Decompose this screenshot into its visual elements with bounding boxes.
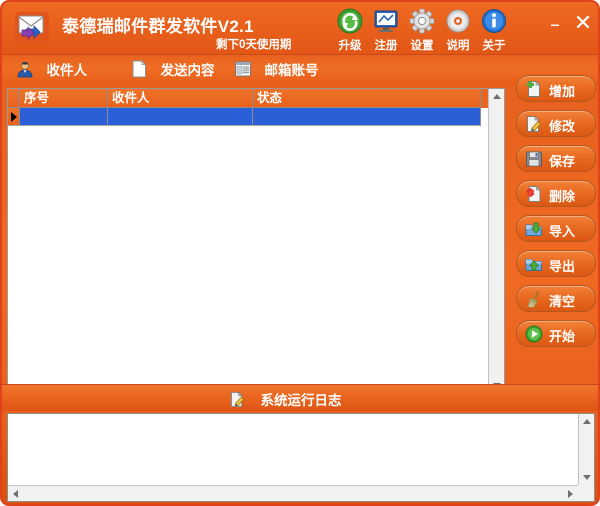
grid-header-indicator bbox=[8, 89, 20, 108]
export-button[interactable]: 导出 bbox=[516, 250, 596, 277]
edit-pencil-icon bbox=[525, 115, 543, 133]
row-cell-status[interactable] bbox=[253, 108, 481, 126]
grid-column-header-index[interactable]: 序号 bbox=[20, 89, 108, 108]
grid-column-header-status[interactable]: 状态 bbox=[253, 89, 481, 108]
start-button-label: 开始 bbox=[549, 329, 576, 344]
row-cell-index[interactable] bbox=[20, 108, 108, 126]
add-page-icon bbox=[525, 80, 543, 98]
system-log-textarea[interactable] bbox=[7, 413, 595, 502]
modify-button[interactable]: 修改 bbox=[516, 110, 596, 137]
import-arrow-icon bbox=[525, 220, 543, 238]
scroll-up-arrow-icon[interactable] bbox=[493, 94, 501, 99]
document-page-icon bbox=[130, 60, 148, 78]
info-circle-icon bbox=[472, 8, 516, 36]
log-section-header: 系统运行日志 bbox=[2, 384, 598, 411]
table-row[interactable] bbox=[8, 108, 504, 126]
log-scroll-right-arrow-icon[interactable] bbox=[568, 490, 573, 498]
export-arrow-icon bbox=[525, 255, 543, 273]
clear-button[interactable]: 清空 bbox=[516, 285, 596, 312]
log-document-icon bbox=[229, 391, 246, 408]
tab-mail-account[interactable]: 邮箱账号 bbox=[234, 59, 318, 81]
envelope-arrows-icon bbox=[14, 11, 50, 43]
row-cell-recipient[interactable] bbox=[108, 108, 253, 126]
mailbox-account-icon bbox=[234, 60, 252, 78]
current-row-caret-icon bbox=[11, 112, 17, 122]
delete-button[interactable]: 删除 bbox=[516, 180, 596, 207]
delete-button-label: 删除 bbox=[549, 189, 576, 204]
minimize-button[interactable]: – bbox=[542, 12, 568, 38]
clear-button-label: 清空 bbox=[549, 294, 576, 309]
tab-label-mail-account: 邮箱账号 bbox=[264, 63, 319, 78]
action-button-panel: 增加 修改 保存 删除 导入 导出 清空 开始 bbox=[512, 70, 598, 380]
delete-cross-icon bbox=[525, 185, 543, 203]
row-current-indicator bbox=[8, 108, 20, 126]
log-scroll-left-arrow-icon[interactable] bbox=[13, 490, 18, 498]
system-log-content bbox=[12, 417, 576, 483]
grid-header-row: 序号 收件人 状态 bbox=[8, 89, 504, 108]
log-scrollbar-corner bbox=[578, 485, 594, 501]
log-scroll-up-arrow-icon[interactable] bbox=[583, 419, 591, 424]
broom-clear-icon bbox=[525, 290, 543, 308]
application-window: 泰德瑞邮件群发软件V2.1 剩下0天使用期 升级 注册 设置 说明 关于 – ✕… bbox=[0, 0, 600, 506]
play-start-icon bbox=[525, 325, 543, 343]
recipients-data-grid[interactable]: 序号 收件人 状态 bbox=[7, 88, 505, 410]
add-button[interactable]: 增加 bbox=[516, 75, 596, 102]
close-button[interactable]: ✕ bbox=[570, 12, 596, 38]
log-scroll-down-arrow-icon[interactable] bbox=[583, 475, 591, 480]
grid-vertical-scrollbar[interactable] bbox=[488, 89, 504, 393]
grid-column-header-recipient[interactable]: 收件人 bbox=[108, 89, 253, 108]
toolbar-button-about[interactable]: 关于 bbox=[472, 8, 516, 52]
tab-recipients[interactable]: 收件人 bbox=[16, 59, 87, 81]
export-button-label: 导出 bbox=[549, 259, 576, 274]
floppy-save-icon bbox=[525, 150, 543, 168]
tab-label-send-content: 发送内容 bbox=[160, 63, 215, 78]
modify-button-label: 修改 bbox=[549, 119, 576, 134]
import-button[interactable]: 导入 bbox=[516, 215, 596, 242]
save-button[interactable]: 保存 bbox=[516, 145, 596, 172]
tab-send-content[interactable]: 发送内容 bbox=[130, 59, 214, 81]
log-horizontal-scrollbar[interactable] bbox=[8, 485, 578, 501]
user-person-icon bbox=[16, 60, 34, 78]
save-button-label: 保存 bbox=[549, 154, 576, 169]
trial-status-label: 剩下0天使用期 bbox=[216, 39, 292, 51]
log-header-inner: 系统运行日志 bbox=[229, 389, 341, 409]
toolbar-label-about: 关于 bbox=[482, 40, 506, 52]
log-header-label: 系统运行日志 bbox=[260, 393, 342, 408]
page-title: 泰德瑞邮件群发软件V2.1 bbox=[62, 17, 254, 36]
title-bar: 泰德瑞邮件群发软件V2.1 剩下0天使用期 升级 注册 设置 说明 关于 – ✕ bbox=[2, 2, 598, 54]
log-vertical-scrollbar[interactable] bbox=[578, 414, 594, 485]
tab-label-recipients: 收件人 bbox=[46, 63, 87, 78]
import-button-label: 导入 bbox=[549, 224, 576, 239]
start-button[interactable]: 开始 bbox=[516, 320, 596, 347]
add-button-label: 增加 bbox=[549, 84, 576, 99]
tab-bar: 收件人 发送内容 邮箱账号 bbox=[2, 54, 598, 85]
